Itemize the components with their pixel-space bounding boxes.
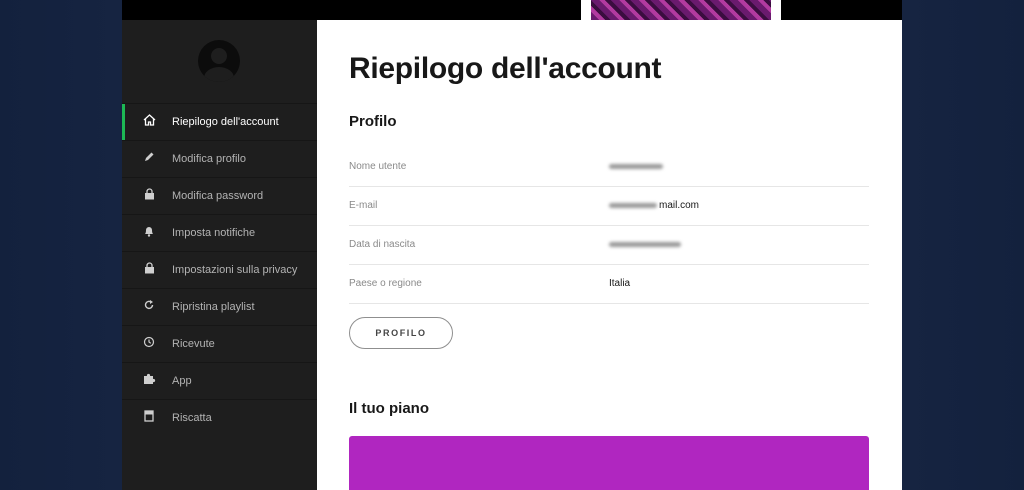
top-bar: [122, 0, 902, 20]
plan-card[interactable]: [349, 436, 869, 490]
birthdate-label: Data di nascita: [349, 239, 416, 250]
sidebar-nav: Riepilogo dell'account Modifica profilo …: [122, 103, 317, 436]
sidebar-item-label: Ripristina playlist: [172, 301, 255, 313]
sidebar-item-restore-playlists[interactable]: Ripristina playlist: [122, 288, 317, 325]
country-value: Italia: [609, 278, 631, 289]
sidebar-item-label: Modifica profilo: [172, 153, 246, 165]
sidebar-item-receipts[interactable]: Ricevute: [122, 325, 317, 362]
redacted-birthdate: [609, 241, 681, 247]
plan-section-heading: Il tuo piano: [349, 400, 429, 417]
sidebar-item-account-overview[interactable]: Riepilogo dell'account: [122, 103, 317, 140]
bell-icon: [142, 215, 156, 252]
refresh-icon: [142, 289, 156, 326]
sidebar-item-edit-profile[interactable]: Modifica profilo: [122, 140, 317, 177]
avatar-head: [211, 48, 227, 64]
sidebar-item-privacy-settings[interactable]: Impostazioni sulla privacy: [122, 251, 317, 288]
lock-icon: [142, 252, 156, 289]
username-label: Nome utente: [349, 161, 407, 172]
avatar-body: [204, 67, 234, 82]
sidebar-item-apps[interactable]: App: [122, 362, 317, 399]
sidebar-item-label: Ricevute: [172, 338, 215, 350]
banner-art-pattern: [591, 0, 771, 20]
email-label: E-mail: [349, 200, 378, 211]
email-domain: mail.com: [659, 200, 700, 211]
profile-row-country: Paese o regione Italia: [349, 265, 869, 304]
lock-icon: [142, 178, 156, 215]
profile-table: Nome utente E-mail mail.com Data di nasc…: [349, 148, 869, 304]
sidebar-item-notifications[interactable]: Imposta notifiche: [122, 214, 317, 251]
profile-section-heading: Profilo: [349, 113, 397, 130]
sidebar-item-label: Impostazioni sulla privacy: [172, 264, 298, 276]
sidebar-item-label: Riscatta: [172, 412, 212, 424]
avatar[interactable]: [198, 40, 240, 82]
card-icon: [142, 400, 156, 437]
pencil-icon: [142, 141, 156, 178]
profile-row-username: Nome utente: [349, 148, 869, 187]
page-title: Riepilogo dell'account: [349, 52, 662, 85]
sidebar-item-change-password[interactable]: Modifica password: [122, 177, 317, 214]
sidebar: Riepilogo dell'account Modifica profilo …: [122, 20, 317, 490]
sidebar-item-redeem[interactable]: Riscatta: [122, 399, 317, 436]
redacted-username: [609, 163, 663, 169]
sidebar-item-label: Riepilogo dell'account: [172, 116, 279, 128]
redacted-email-prefix: [609, 202, 657, 208]
profile-row-birthdate: Data di nascita: [349, 226, 869, 265]
puzzle-icon: [142, 363, 156, 400]
username-value: [609, 148, 665, 186]
clock-icon: [142, 326, 156, 363]
sidebar-item-label: Modifica password: [172, 190, 264, 202]
main-content: Riepilogo dell'account Profilo Nome uten…: [317, 20, 902, 490]
home-icon: [142, 104, 156, 141]
sidebar-item-label: App: [172, 375, 192, 387]
sidebar-item-label: Imposta notifiche: [172, 227, 256, 239]
country-label: Paese o regione: [349, 278, 422, 289]
email-value: mail.com: [609, 187, 699, 225]
profile-row-email: E-mail mail.com: [349, 187, 869, 226]
edit-profile-button[interactable]: PROFILO: [349, 317, 453, 349]
birthdate-value: [609, 226, 683, 264]
banner-artwork: [581, 0, 781, 20]
